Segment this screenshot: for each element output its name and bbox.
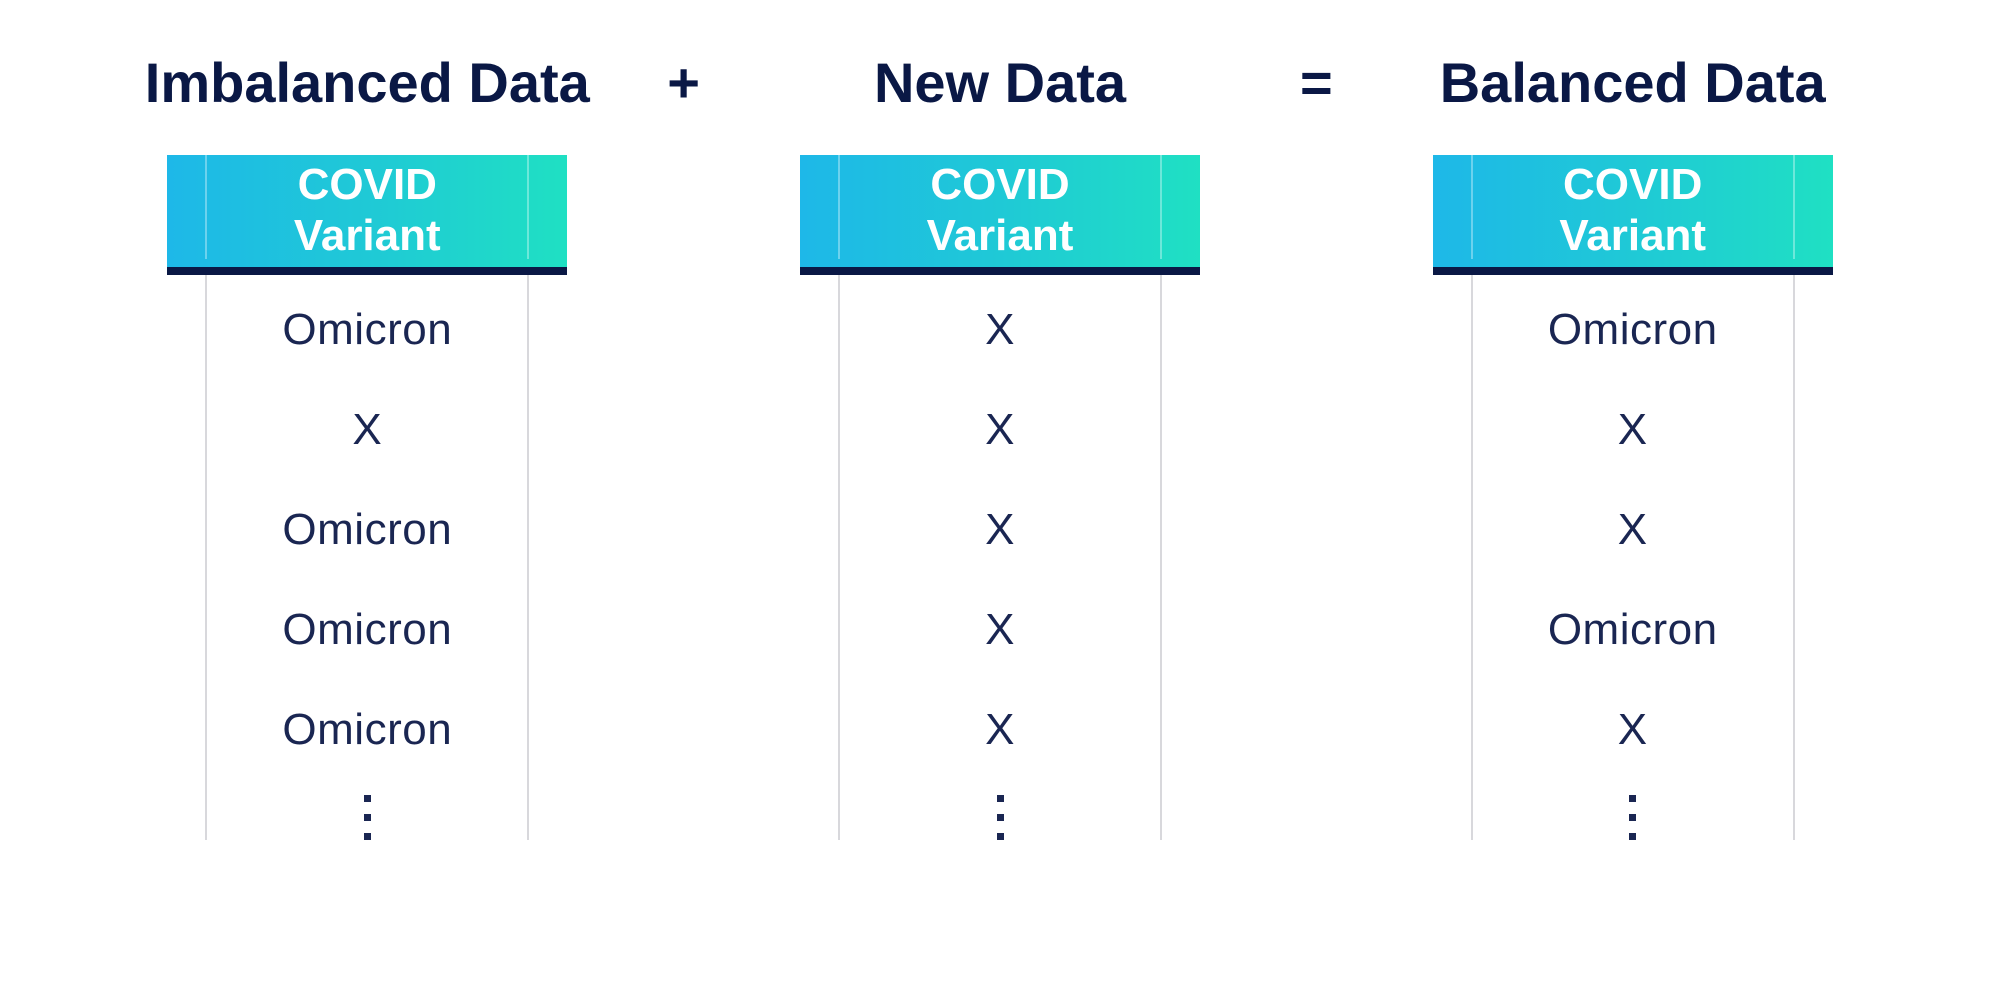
table-cell: Omicron	[1548, 605, 1718, 655]
table-cell: Omicron	[282, 705, 452, 755]
column-imbalanced: Imbalanced Data COVIDVariant Omicron X O…	[107, 50, 627, 840]
table-cell: Omicron	[282, 505, 452, 555]
table-new: COVIDVariant X X X X X	[800, 155, 1200, 840]
table-body: Omicron X X Omicron X	[1433, 275, 1833, 840]
column-balanced: Balanced Data COVIDVariant Omicron X X O…	[1373, 50, 1893, 840]
table-cell: X	[985, 405, 1015, 455]
title-new: New Data	[874, 50, 1126, 115]
table-cell: Omicron	[282, 605, 452, 655]
table-body: Omicron X Omicron Omicron Omicron	[167, 275, 567, 840]
header-text: COVIDVariant	[927, 160, 1074, 261]
table-header: COVIDVariant	[1433, 155, 1833, 275]
ellipsis-icon	[997, 795, 1004, 840]
table-header: COVIDVariant	[800, 155, 1200, 275]
table-cell: X	[1618, 705, 1648, 755]
table-cell: X	[985, 305, 1015, 355]
plus-operator: +	[627, 50, 740, 115]
ellipsis-icon	[364, 795, 371, 840]
table-cell: X	[352, 405, 382, 455]
header-text: COVIDVariant	[294, 160, 441, 261]
header-text: COVIDVariant	[1559, 160, 1706, 261]
table-cell: X	[1618, 405, 1648, 455]
table-imbalanced: COVIDVariant Omicron X Omicron Omicron O…	[167, 155, 567, 840]
table-header: COVIDVariant	[167, 155, 567, 275]
table-cell: X	[985, 705, 1015, 755]
title-imbalanced: Imbalanced Data	[145, 50, 590, 115]
title-balanced: Balanced Data	[1440, 50, 1826, 115]
column-new: New Data COVIDVariant X X X X X	[740, 50, 1260, 840]
table-cell: X	[1618, 505, 1648, 555]
table-cell: Omicron	[1548, 305, 1718, 355]
ellipsis-icon	[1629, 795, 1636, 840]
table-body: X X X X X	[800, 275, 1200, 840]
table-cell: X	[985, 505, 1015, 555]
table-cell: Omicron	[282, 305, 452, 355]
equals-operator: =	[1260, 50, 1373, 115]
table-cell: X	[985, 605, 1015, 655]
diagram-container: Imbalanced Data COVIDVariant Omicron X O…	[0, 0, 2000, 840]
table-balanced: COVIDVariant Omicron X X Omicron X	[1433, 155, 1833, 840]
